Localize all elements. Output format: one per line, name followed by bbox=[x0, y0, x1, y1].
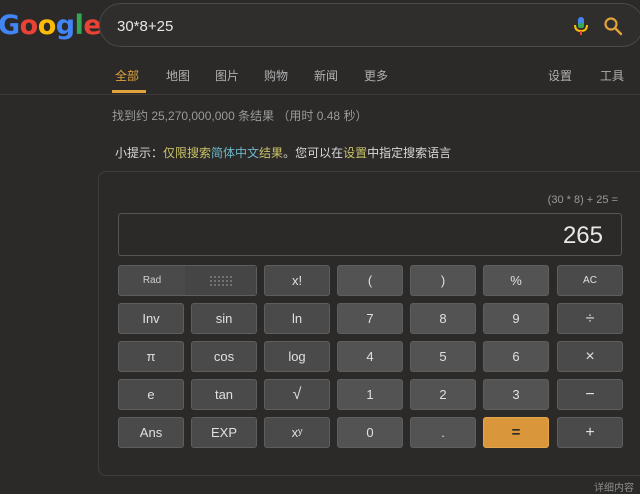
calculator-result: 265 bbox=[562, 222, 603, 249]
tab-more[interactable]: 更多 bbox=[364, 67, 388, 84]
language-hint: 小提示：仅限搜索简体中文结果。您可以在设置中指定搜索语言 bbox=[115, 144, 451, 161]
calculator-display: 265 bbox=[118, 213, 622, 256]
digit-6-key[interactable]: 6 bbox=[483, 341, 549, 372]
right-paren-key[interactable]: ) bbox=[410, 265, 476, 296]
tab-settings[interactable]: 设置 bbox=[548, 67, 572, 84]
factorial-key[interactable]: x! bbox=[264, 265, 330, 296]
exp-key[interactable]: EXP bbox=[191, 417, 257, 448]
search-icon[interactable] bbox=[603, 16, 623, 36]
hint-prefix: 小提示： bbox=[115, 146, 164, 160]
all-clear-key[interactable]: AC bbox=[557, 265, 623, 296]
digit-1-key[interactable]: 1 bbox=[337, 379, 403, 410]
equals-key[interactable]: = bbox=[483, 417, 549, 448]
search-tabs: 全部 地图 图片 购物 新闻 更多 设置 工具 bbox=[0, 67, 640, 95]
rad-mode-button[interactable]: Rad bbox=[119, 266, 185, 295]
deg-mode-button[interactable] bbox=[185, 266, 256, 295]
digit-5-key[interactable]: 5 bbox=[410, 341, 476, 372]
digit-7-key[interactable]: 7 bbox=[337, 303, 403, 334]
plus-key[interactable]: + bbox=[557, 417, 623, 448]
digit-3-key[interactable]: 3 bbox=[483, 379, 549, 410]
tab-news[interactable]: 新闻 bbox=[314, 67, 338, 84]
divide-key[interactable]: ÷ bbox=[557, 303, 623, 334]
digit-4-key[interactable]: 4 bbox=[337, 341, 403, 372]
tab-maps[interactable]: 地图 bbox=[166, 67, 190, 84]
inverse-key[interactable]: Inv bbox=[118, 303, 184, 334]
dotted-pattern-icon bbox=[208, 274, 233, 287]
microphone-icon[interactable] bbox=[572, 16, 590, 36]
more-info-link[interactable]: 详细内容 bbox=[594, 479, 634, 494]
decimal-key[interactable]: . bbox=[410, 417, 476, 448]
hint-link-only-search[interactable]: 仅限搜索 bbox=[163, 146, 211, 160]
tab-shopping[interactable]: 购物 bbox=[264, 67, 288, 84]
hint-link-simplified-chinese[interactable]: 简体中文 bbox=[211, 146, 259, 160]
angle-mode-toggle[interactable]: Rad bbox=[118, 265, 257, 296]
digit-9-key[interactable]: 9 bbox=[483, 303, 549, 334]
hint-settings-link[interactable]: 设置 bbox=[343, 146, 367, 160]
power-key[interactable]: xʸ bbox=[264, 417, 330, 448]
hint-link-results[interactable]: 结果 bbox=[259, 146, 283, 160]
sin-key[interactable]: sin bbox=[191, 303, 257, 334]
tab-images[interactable]: 图片 bbox=[215, 67, 239, 84]
tab-all[interactable]: 全部 bbox=[115, 67, 139, 84]
google-logo[interactable]: Google bbox=[0, 10, 102, 41]
pi-key[interactable]: π bbox=[118, 341, 184, 372]
hint-text: 。您可以在 bbox=[283, 146, 344, 160]
ln-key[interactable]: ln bbox=[264, 303, 330, 334]
tan-key[interactable]: tan bbox=[191, 379, 257, 410]
calculator-expression: (30 * 8) + 25 = bbox=[547, 194, 618, 206]
left-paren-key[interactable]: ( bbox=[337, 265, 403, 296]
digit-8-key[interactable]: 8 bbox=[410, 303, 476, 334]
log-key[interactable]: log bbox=[264, 341, 330, 372]
percent-key[interactable]: % bbox=[483, 265, 549, 296]
search-input[interactable]: 30*8+25 bbox=[117, 18, 173, 35]
sqrt-key[interactable]: √ bbox=[264, 379, 330, 410]
result-stats: 找到约 25,270,000,000 条结果 （用时 0.48 秒） bbox=[112, 109, 368, 123]
tab-tools[interactable]: 工具 bbox=[600, 67, 624, 84]
hint-suffix: 中指定搜索语言 bbox=[367, 146, 452, 160]
euler-key[interactable]: e bbox=[118, 379, 184, 410]
minus-key[interactable]: − bbox=[557, 379, 623, 410]
search-box[interactable]: 30*8+25 bbox=[99, 3, 640, 47]
cos-key[interactable]: cos bbox=[191, 341, 257, 372]
header-divider bbox=[0, 94, 640, 95]
multiply-key[interactable]: × bbox=[557, 341, 623, 372]
answer-key[interactable]: Ans bbox=[118, 417, 184, 448]
digit-2-key[interactable]: 2 bbox=[410, 379, 476, 410]
digit-0-key[interactable]: 0 bbox=[337, 417, 403, 448]
active-tab-indicator bbox=[112, 90, 146, 93]
